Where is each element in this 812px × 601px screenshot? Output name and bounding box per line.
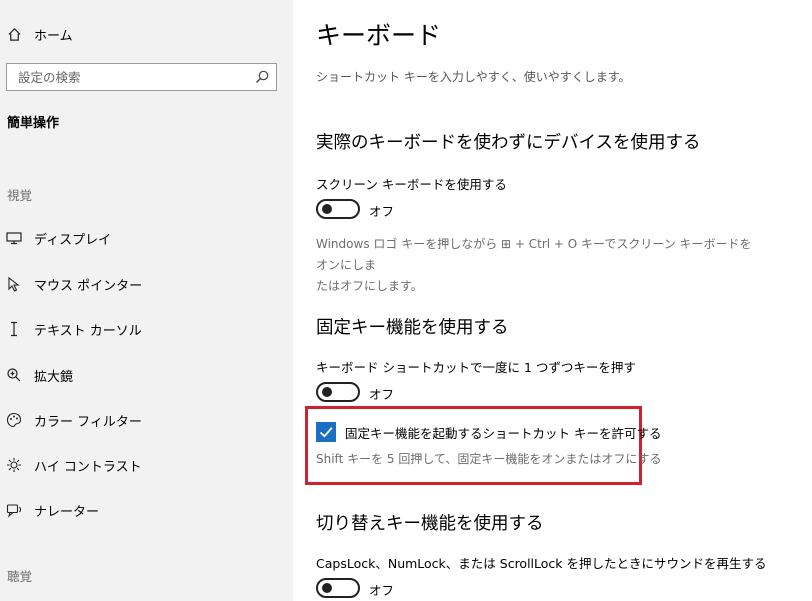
sidebar-item-label: テキスト カーソル (34, 323, 142, 339)
sticky-keys-toggle[interactable] (316, 382, 360, 402)
sticky-keys-label: キーボード ショートカットで一度に 1 つずつキーを押す (316, 360, 636, 375)
toggle-keys-label: CapsLock、NumLock、または ScrollLock を押したときにサ… (316, 556, 767, 571)
sidebar-item-label: カラー フィルター (34, 414, 142, 430)
settings-search[interactable] (6, 63, 277, 91)
high-contrast-icon (5, 456, 23, 474)
page-subtitle: ショートカット キーを入力しやすく、使いやすくします。 (316, 70, 631, 84)
onscreen-keyboard-label: スクリーン キーボードを使用する (316, 177, 507, 192)
section-vision: 視覚 (7, 188, 33, 203)
sticky-shortcut-description: Shift キーを 5 回押して、固定キー機能をオンまたはオフにする (316, 452, 662, 466)
sidebar-item-color-filters[interactable]: カラー フィルター (0, 408, 142, 432)
sidebar-item-home[interactable]: ホーム (0, 22, 73, 46)
onscreen-keyboard-toggle[interactable] (316, 199, 360, 219)
section-hearing: 聴覚 (7, 569, 33, 584)
onscreen-keyboard-heading: 実際のキーボードを使わずにデバイスを使用する (316, 133, 701, 153)
sidebar-item-label: ディスプレイ (34, 232, 112, 248)
palette-icon (5, 411, 23, 429)
sidebar-item-label: 拡大鏡 (34, 369, 74, 385)
mouse-pointer-icon (5, 275, 23, 293)
description-line: たはオフにします。 (316, 279, 423, 293)
sticky-shortcut-label: 固定キー機能を起動するショートカット キーを許可する (345, 426, 662, 441)
onscreen-keyboard-description: Windows ロゴ キーを押しながら ⊞ + Ctrl + O キーでスクリー… (316, 234, 756, 297)
monitor-icon (5, 229, 23, 247)
sidebar: ホーム 簡単操作 視覚 ディスプレイ マウス ポインター テキスト カーソル 拡… (0, 0, 293, 601)
text-cursor-icon (5, 320, 23, 338)
narrator-icon (5, 501, 23, 519)
magnifier-icon (5, 366, 23, 384)
page-title: キーボード (316, 21, 442, 50)
onscreen-keyboard-state: オフ (369, 204, 395, 219)
sidebar-item-label: マウス ポインター (34, 278, 143, 294)
sidebar-item-display[interactable]: ディスプレイ (0, 226, 111, 250)
sidebar-item-high-contrast[interactable]: ハイ コントラスト (0, 453, 142, 477)
sticky-shortcut-checkbox[interactable] (316, 422, 336, 442)
sidebar-item-label: ナレーター (34, 504, 100, 520)
sidebar-item-label: ハイ コントラスト (34, 459, 142, 475)
toggle-keys-state: オフ (369, 583, 395, 598)
toggle-knob (322, 204, 332, 214)
highlight-annotation (305, 406, 642, 485)
home-icon (5, 25, 23, 43)
search-input[interactable] (7, 64, 258, 90)
category-title: 簡単操作 (7, 116, 60, 131)
sidebar-item-magnifier[interactable]: 拡大鏡 (0, 363, 73, 387)
description-line: Windows ロゴ キーを押しながら ⊞ + Ctrl + O キーでスクリー… (316, 237, 752, 272)
sticky-keys-state: オフ (369, 387, 395, 402)
checkmark-icon (319, 427, 333, 438)
toggle-knob (322, 387, 332, 397)
toggle-keys-heading: 切り替えキー機能を使用する (316, 514, 544, 534)
home-label: ホーム (34, 28, 73, 44)
sticky-keys-heading: 固定キー機能を使用する (316, 318, 509, 338)
sidebar-item-mouse-pointer[interactable]: マウス ポインター (0, 272, 142, 296)
toggle-knob (322, 583, 332, 593)
search-icon[interactable] (254, 69, 270, 85)
sidebar-item-narrator[interactable]: ナレーター (0, 498, 99, 522)
toggle-keys-toggle[interactable] (316, 578, 360, 598)
main-content: キーボード ショートカット キーを入力しやすく、使いやすくします。 実際のキーボ… (293, 0, 812, 601)
sidebar-item-text-cursor[interactable]: テキスト カーソル (0, 317, 142, 341)
